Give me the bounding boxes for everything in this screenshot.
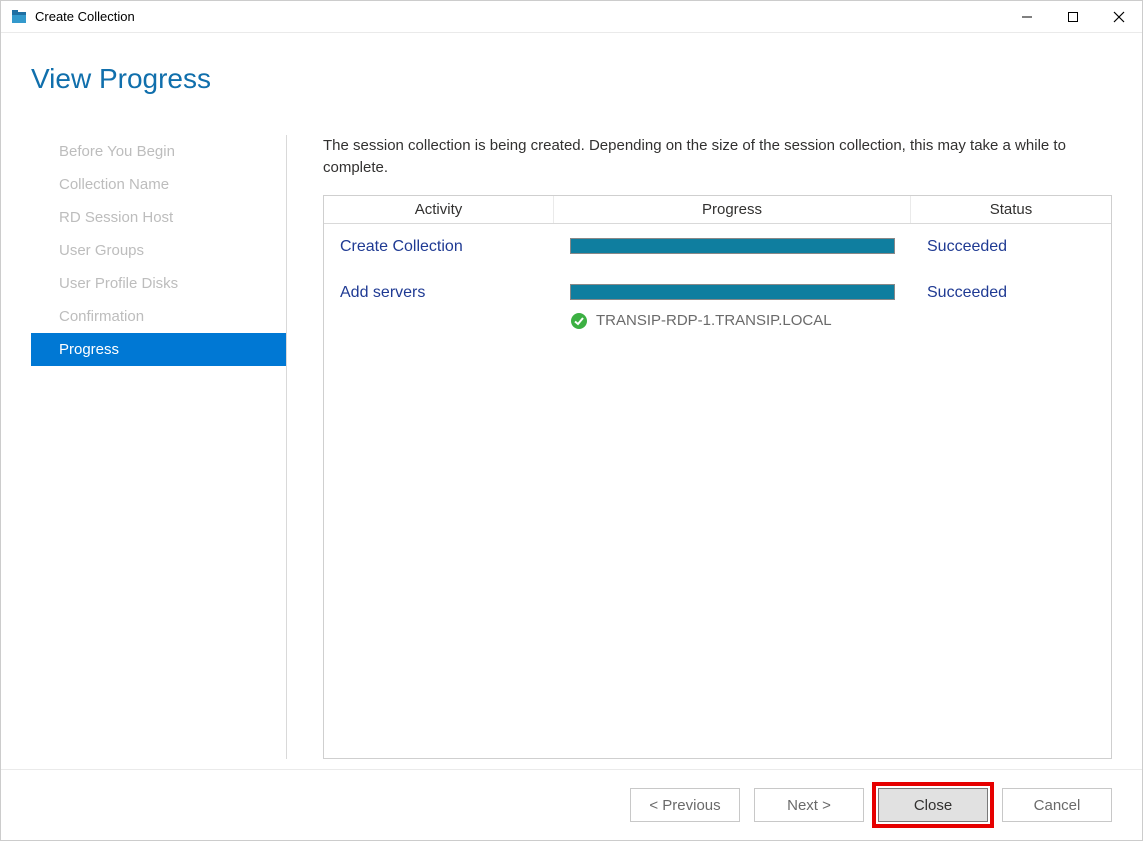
step-user-profile-disks: User Profile Disks — [31, 267, 286, 300]
column-activity[interactable]: Activity — [324, 196, 554, 223]
progress-cell — [554, 238, 911, 254]
titlebar: Create Collection — [1, 1, 1142, 33]
table-sub-row: TRANSIP-RDP-1.TRANSIP.LOCAL — [324, 306, 1111, 334]
step-rd-session-host: RD Session Host — [31, 201, 286, 234]
cancel-button: Cancel — [1002, 788, 1112, 822]
wizard-steps: Before You Begin Collection Name RD Sess… — [31, 135, 287, 759]
close-window-button[interactable] — [1096, 1, 1142, 33]
maximize-button[interactable] — [1050, 1, 1096, 33]
close-button[interactable]: Close — [878, 788, 988, 822]
page-header: View Progress — [1, 33, 1142, 105]
minimize-icon — [1021, 11, 1033, 23]
step-collection-name: Collection Name — [31, 168, 286, 201]
success-check-icon — [570, 312, 588, 330]
grid-body: Create Collection Succeeded Add servers … — [324, 224, 1111, 344]
next-button: Next > — [754, 788, 864, 822]
step-progress[interactable]: Progress — [31, 333, 286, 366]
step-user-groups: User Groups — [31, 234, 286, 267]
close-icon — [1113, 11, 1125, 23]
step-before-you-begin: Before You Begin — [31, 135, 286, 168]
grid-header: Activity Progress Status — [324, 196, 1111, 224]
minimize-button[interactable] — [1004, 1, 1050, 33]
column-progress[interactable]: Progress — [554, 196, 911, 223]
table-row: Create Collection Succeeded — [324, 234, 1111, 260]
wizard-body: Before You Begin Collection Name RD Sess… — [1, 105, 1142, 769]
activity-label: Add servers — [324, 284, 554, 302]
server-detail-label: TRANSIP-RDP-1.TRANSIP.LOCAL — [596, 312, 832, 329]
progress-bar — [570, 238, 895, 254]
status-label: Succeeded — [911, 238, 1111, 256]
activity-label: Create Collection — [324, 238, 554, 256]
status-label: Succeeded — [911, 284, 1111, 302]
window-title: Create Collection — [35, 9, 135, 24]
previous-button: < Previous — [630, 788, 740, 822]
column-status[interactable]: Status — [911, 196, 1111, 223]
progress-grid: Activity Progress Status Create Collecti… — [323, 195, 1112, 760]
window-controls — [1004, 1, 1142, 33]
page-title: View Progress — [31, 63, 1112, 95]
table-row: Add servers Succeeded — [324, 280, 1111, 306]
step-confirmation: Confirmation — [31, 300, 286, 333]
wizard-footer: < Previous Next > Close Cancel — [1, 769, 1142, 840]
progress-description: The session collection is being created.… — [323, 135, 1112, 179]
app-icon — [11, 9, 27, 25]
progress-bar — [570, 284, 895, 300]
progress-cell — [554, 284, 911, 300]
maximize-icon — [1067, 11, 1079, 23]
wizard-main: The session collection is being created.… — [287, 135, 1112, 759]
